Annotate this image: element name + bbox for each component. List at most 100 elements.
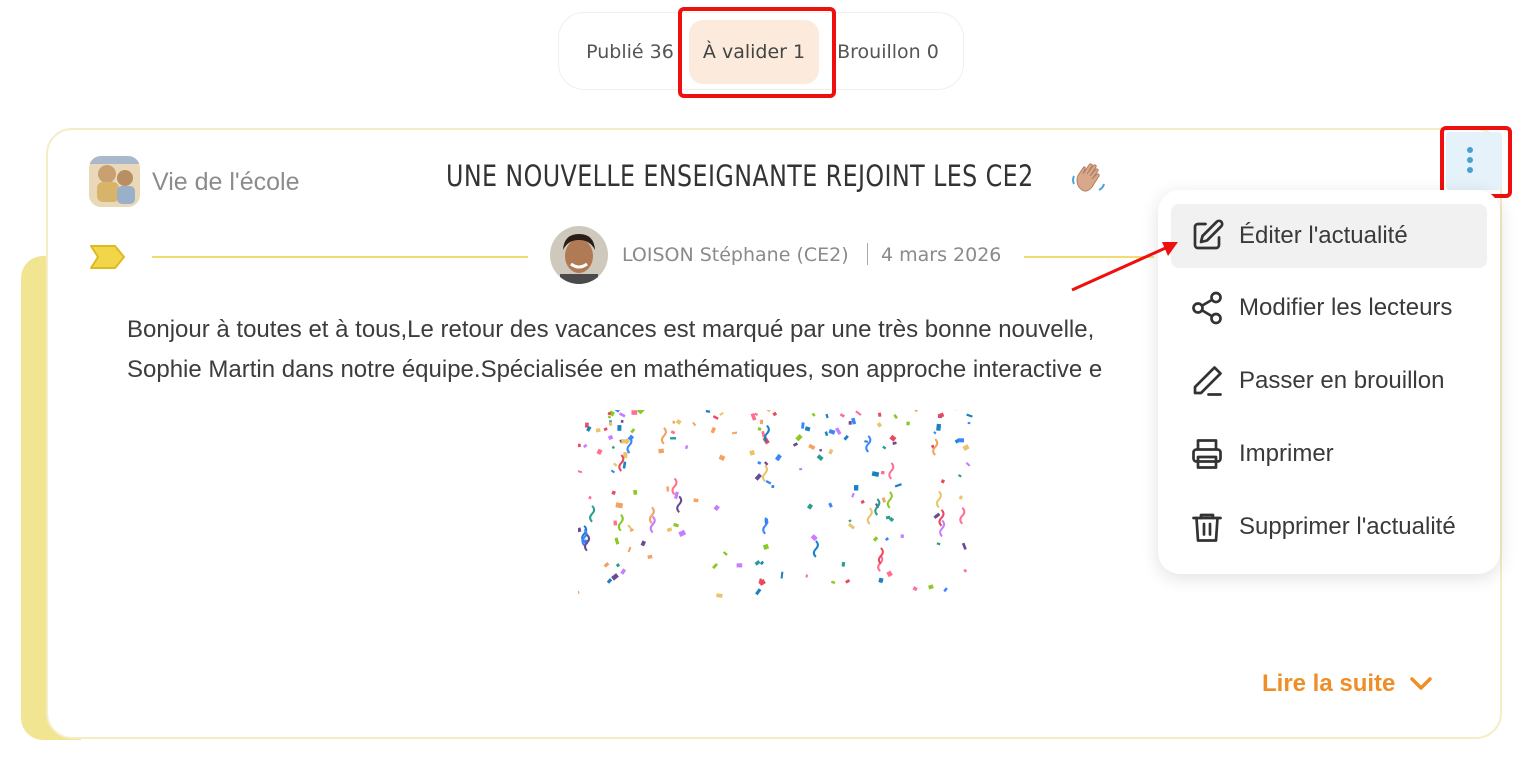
confetti-piece: [772, 411, 778, 417]
confetti-piece: [749, 449, 756, 456]
tab-published[interactable]: Publié 36: [571, 32, 689, 72]
confetti-piece: [620, 419, 624, 423]
confetti-piece: [962, 444, 970, 452]
confetti-piece: [658, 448, 665, 454]
confetti-piece: [845, 579, 851, 584]
confetti-streamer: [886, 491, 893, 509]
menu-item-draft[interactable]: Passer en brouillon: [1171, 349, 1487, 413]
confetti-piece: [595, 428, 601, 433]
confetti-piece: [610, 469, 615, 474]
confetti-piece: [615, 502, 624, 509]
confetti-streamer: [648, 506, 655, 525]
confetti-piece: [678, 529, 687, 537]
confetti-piece: [712, 562, 718, 570]
confetti-piece: [957, 474, 962, 478]
confetti-piece: [967, 421, 971, 425]
confetti-piece: [762, 543, 770, 550]
category-label: Vie de l'école: [152, 168, 300, 196]
menu-item-draft-label: Passer en brouillon: [1239, 367, 1445, 394]
confetti-piece: [670, 430, 676, 435]
printer-icon: [1192, 439, 1222, 469]
menu-item-edit[interactable]: Éditer l'actualité: [1171, 204, 1487, 268]
confetti-piece: [780, 571, 784, 579]
confetti-piece: [886, 570, 893, 578]
confetti-piece: [622, 461, 627, 469]
confetti-piece: [882, 445, 887, 450]
confetti-piece: [614, 537, 620, 545]
confetti-piece: [801, 422, 805, 429]
confetti-piece: [771, 485, 775, 488]
confetti-piece: [712, 415, 719, 420]
confetti-piece: [759, 419, 764, 425]
confetti-piece: [961, 542, 967, 550]
confetti-streamer: [865, 435, 872, 453]
confetti-piece: [603, 562, 610, 568]
confetti-streamer: [617, 513, 624, 532]
confetti-piece: [808, 443, 816, 451]
confetti-piece: [912, 410, 918, 413]
confetti-piece: [617, 424, 622, 431]
confetti-streamer: [959, 506, 966, 525]
post-body-line-2: Sophie Martin dans notre équipe.Spéciali…: [127, 356, 1103, 383]
confetti-piece: [603, 427, 608, 432]
tab-draft[interactable]: Brouillon 0: [823, 32, 953, 72]
confetti-piece: [928, 584, 934, 590]
trash-icon: [1192, 513, 1222, 542]
confetti-piece: [943, 587, 948, 593]
confetti-piece: [611, 445, 615, 450]
confetti-streamer: [589, 505, 596, 523]
confetti-piece: [957, 438, 965, 443]
confetti-piece: [889, 434, 897, 442]
confetti-piece: [966, 413, 973, 418]
pen-icon: [1193, 366, 1222, 396]
confetti-piece: [894, 483, 902, 488]
page: Publié 36 À valider 1 Brouillon 0 Vie de…: [0, 0, 1528, 760]
separator-right: [1024, 256, 1154, 258]
menu-item-readers[interactable]: Modifier les lecteurs: [1171, 276, 1487, 340]
share-icon: [1192, 291, 1222, 325]
confetti-piece: [731, 431, 738, 435]
menu-item-print-label: Imprimer: [1239, 440, 1334, 467]
confetti-piece: [839, 413, 845, 418]
confetti-piece: [848, 421, 852, 425]
confetti-piece: [757, 427, 762, 432]
tab-to-validate[interactable]: À valider 1: [689, 20, 819, 84]
menu-item-edit-label: Éditer l'actualité: [1239, 222, 1408, 249]
confetti-piece: [876, 422, 883, 428]
author-name: LOISON Stéphane (CE2): [622, 244, 849, 266]
status-tabs: Publié 36 À valider 1 Brouillon 0: [558, 12, 964, 90]
category-avatar: [89, 156, 140, 207]
confetti-piece: [877, 412, 882, 417]
confetti-piece: [630, 428, 636, 434]
confetti-piece: [615, 563, 621, 568]
menu-item-print[interactable]: Imprimer: [1171, 422, 1487, 486]
more-options-button[interactable]: [1446, 132, 1502, 190]
confetti-streamer: [939, 519, 946, 538]
confetti-piece: [607, 434, 614, 441]
confetti-piece: [878, 577, 884, 584]
edit-icon: [1193, 219, 1224, 250]
post-title: UNE NOUVELLE ENSEIGNANTE REJOINT LES CE2: [446, 159, 1034, 193]
confetti-piece: [636, 410, 645, 415]
confetti-piece: [596, 448, 603, 456]
confetti-streamer: [938, 509, 945, 527]
menu-item-delete[interactable]: Supprimer l'actualité: [1171, 495, 1487, 559]
confetti-piece: [851, 492, 855, 498]
confetti-streamer: [676, 495, 683, 514]
confetti-piece: [578, 470, 583, 474]
confetti-piece: [912, 586, 918, 592]
confetti-piece: [806, 503, 814, 510]
confetti-piece: [963, 568, 968, 573]
confetti-piece: [843, 434, 849, 441]
confetti-piece: [640, 540, 646, 547]
read-more-label: Lire la suite: [1262, 670, 1396, 697]
separator-left: [152, 256, 528, 258]
confetti-piece: [884, 537, 890, 542]
confetti-piece: [851, 417, 857, 425]
post-date: 4 mars 2026: [881, 244, 1002, 266]
confetti-streamer: [888, 462, 895, 480]
read-more-link[interactable]: Lire la suite: [1262, 670, 1433, 698]
confetti-piece: [670, 437, 677, 440]
confetti-piece: [853, 484, 859, 491]
confetti-piece: [881, 497, 887, 503]
